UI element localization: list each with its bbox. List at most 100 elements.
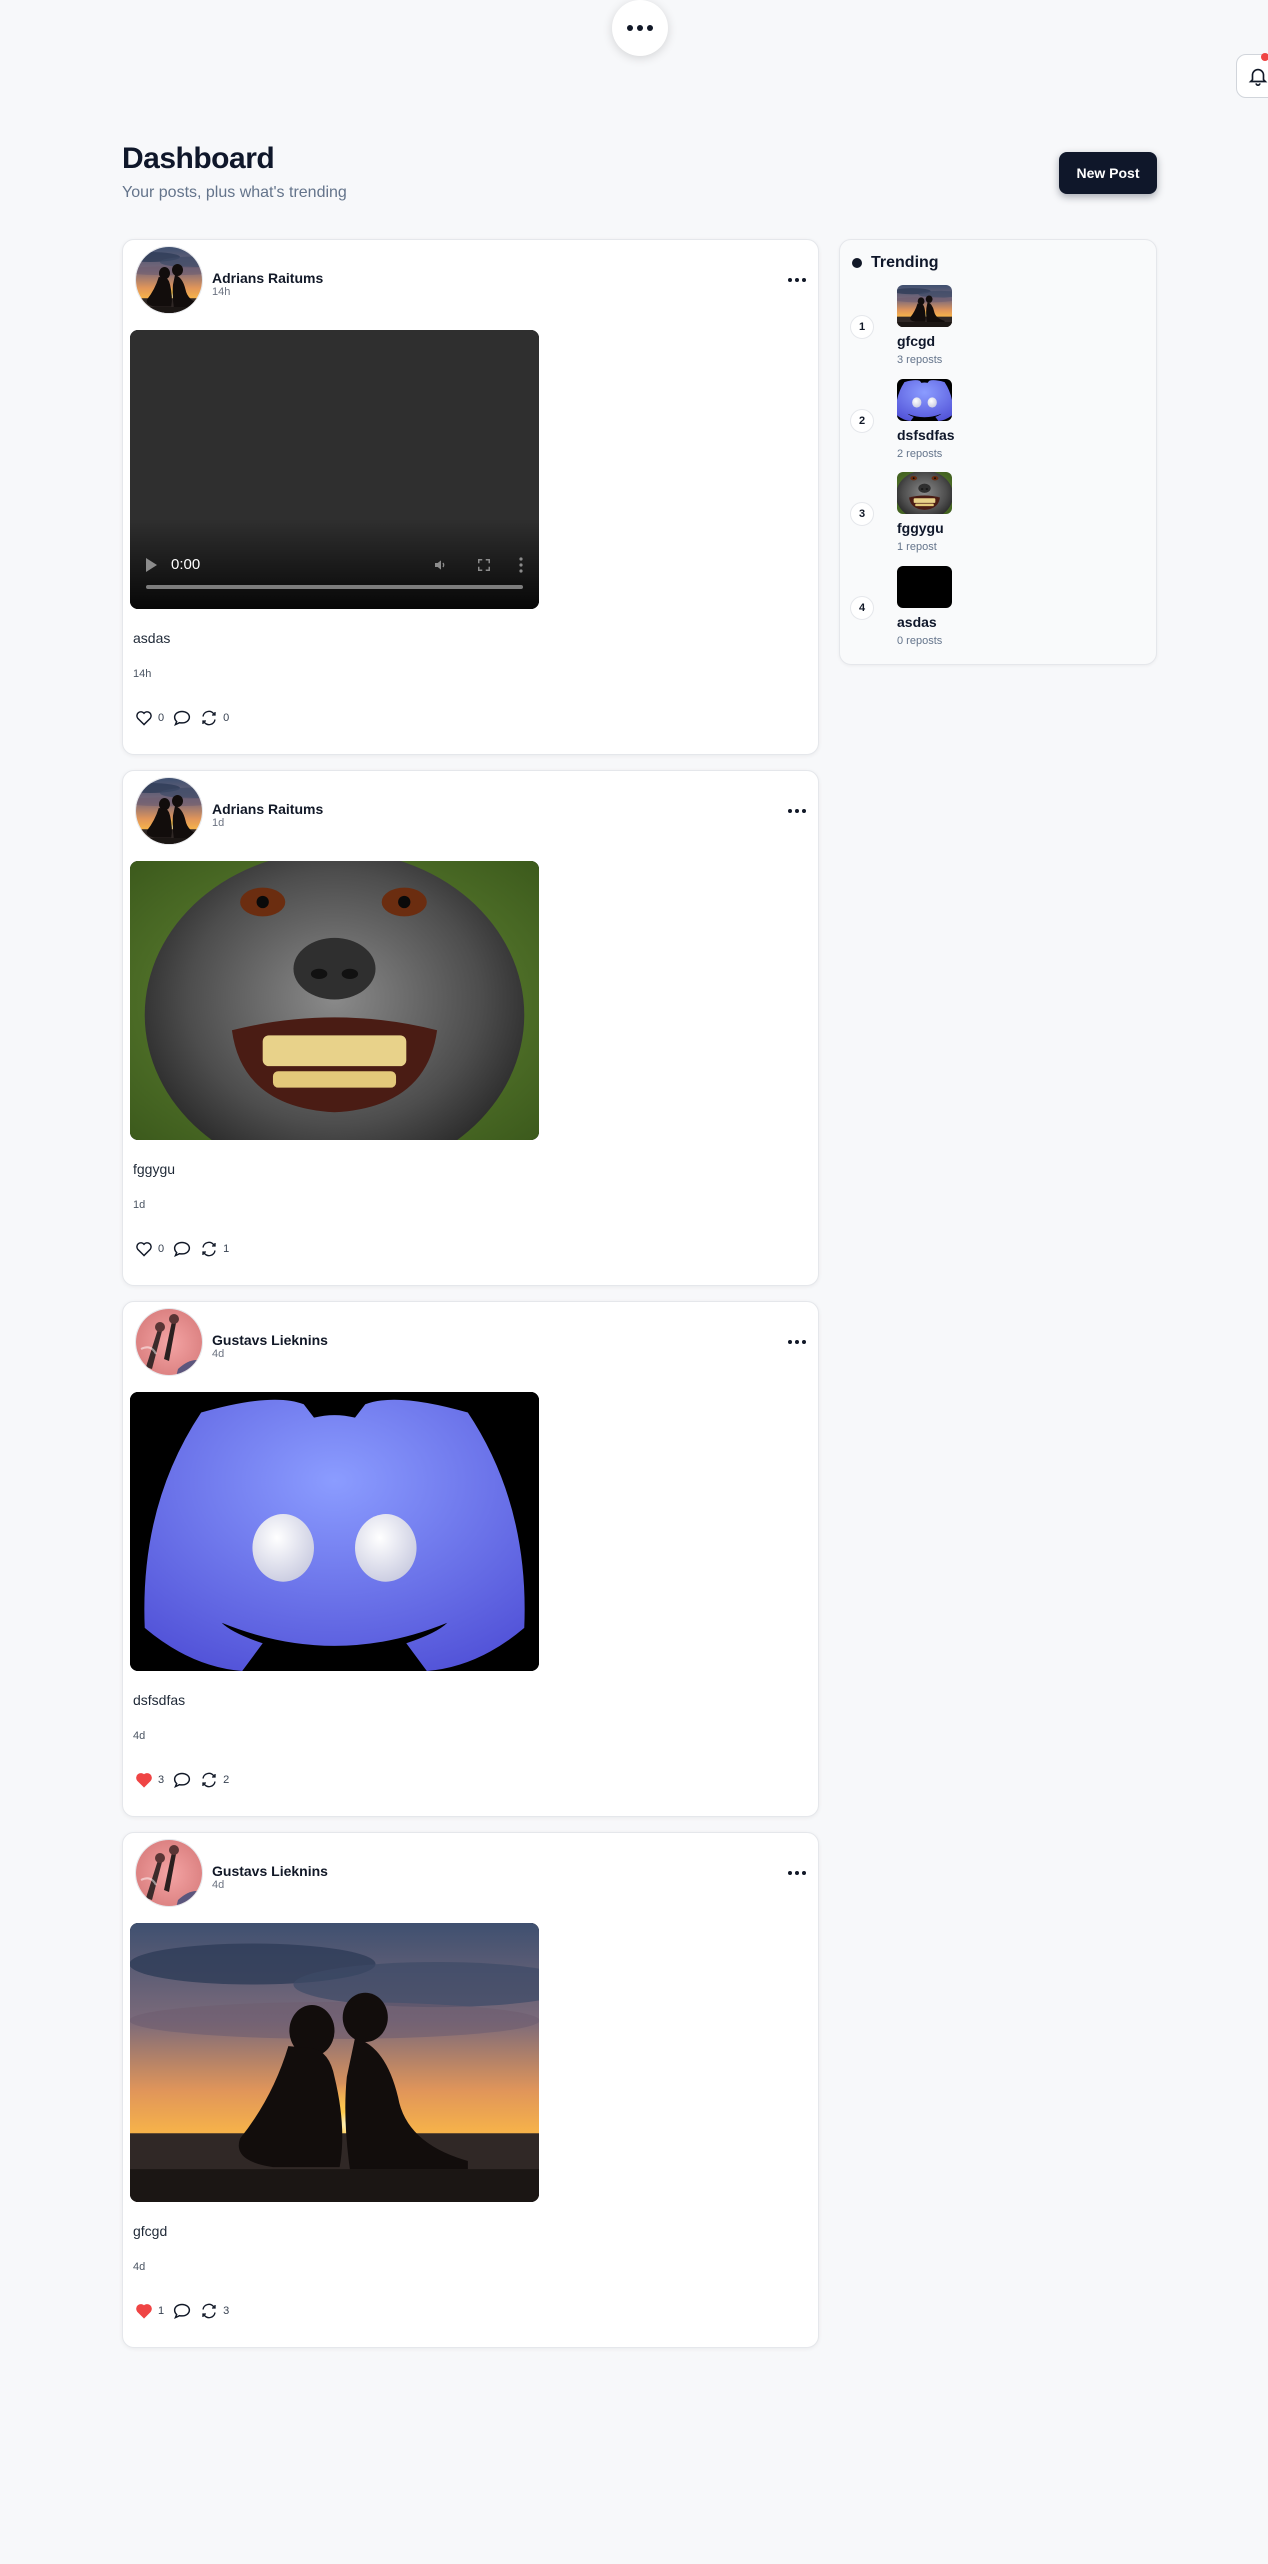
- trending-item[interactable]: 2 dsfsdfas 2 reposts: [850, 379, 1140, 465]
- like-count: 3: [158, 1774, 165, 1786]
- post-timestamp: 4d: [212, 1348, 225, 1360]
- heart-icon: [136, 711, 152, 726]
- avatar[interactable]: [135, 246, 203, 314]
- repost-count: 0: [223, 712, 230, 724]
- like-count: 0: [158, 712, 165, 724]
- trending-rank: 2: [850, 409, 874, 433]
- post-more-icon[interactable]: [788, 1871, 806, 1875]
- avatar[interactable]: [135, 1839, 203, 1907]
- comment-button[interactable]: [172, 709, 192, 727]
- notifications-button[interactable]: [1236, 53, 1268, 98]
- comment-icon: [174, 710, 191, 726]
- page-header: Dashboard Your posts, plus what's trendi…: [122, 142, 347, 202]
- post-more-icon[interactable]: [788, 809, 806, 813]
- post-actions: 0 1: [135, 1240, 237, 1258]
- post-feed: Adrians Raitums 14h 0:00 asdas 14h 0 0 A…: [122, 239, 819, 2363]
- post-card: Adrians Raitums 14h 0:00 asdas 14h 0 0: [122, 239, 819, 755]
- post-card: Gustavs Lieknins 4d gfcgd 4d 1 3: [122, 1832, 819, 2348]
- comment-button[interactable]: [172, 2302, 192, 2320]
- trending-reposts: 3 reposts: [897, 354, 943, 366]
- trending-name: asdas: [897, 614, 937, 630]
- trending-title: Trending: [871, 254, 939, 271]
- trending-rank: 3: [850, 502, 874, 526]
- video-progress-bar[interactable]: [146, 585, 523, 589]
- trending-header: Trending: [852, 254, 939, 272]
- video-time: 0:00: [171, 556, 201, 573]
- fullscreen-icon[interactable]: [477, 558, 491, 572]
- repost-button[interactable]: 2: [200, 1771, 229, 1789]
- comment-button[interactable]: [172, 1240, 192, 1258]
- repost-icon: [202, 710, 216, 726]
- repost-count: 1: [223, 1243, 230, 1255]
- repost-icon: [202, 1241, 216, 1257]
- comment-button[interactable]: [172, 1771, 192, 1789]
- repost-icon: [202, 1772, 216, 1788]
- like-button[interactable]: 1: [135, 2303, 164, 2319]
- post-author[interactable]: Gustavs Lieknins: [212, 1863, 328, 1879]
- comment-icon: [174, 2303, 191, 2319]
- post-author[interactable]: Gustavs Lieknins: [212, 1332, 328, 1348]
- post-image[interactable]: [130, 1392, 539, 1671]
- trending-reposts: 0 reposts: [897, 635, 943, 647]
- post-timestamp: 4d: [212, 1879, 225, 1891]
- trending-thumbnail: [897, 472, 952, 514]
- like-button[interactable]: 3: [135, 1772, 164, 1788]
- trending-item[interactable]: 1 gfcgd 3 reposts: [850, 285, 1140, 371]
- post-actions: 3 2: [135, 1771, 237, 1789]
- post-caption: asdas: [133, 630, 171, 646]
- avatar[interactable]: [135, 1308, 203, 1376]
- trending-reposts: 2 reposts: [897, 448, 943, 460]
- trending-rank: 1: [850, 315, 874, 339]
- comment-icon: [174, 1772, 191, 1788]
- post-caption: gfcgd: [133, 2223, 168, 2239]
- trending-name: gfcgd: [897, 333, 936, 349]
- repost-button[interactable]: 1: [200, 1240, 229, 1258]
- repost-count: 3: [223, 2305, 230, 2317]
- post-card: Adrians Raitums 1d fggygu 1d 0 1: [122, 770, 819, 1286]
- trending-thumbnail: [897, 285, 952, 327]
- post-image[interactable]: [130, 861, 539, 1140]
- repost-button[interactable]: 0: [200, 709, 229, 727]
- comment-icon: [174, 1241, 191, 1257]
- post-timestamp: 4d: [133, 2261, 146, 2273]
- repost-icon: [202, 2303, 216, 2319]
- repost-count: 2: [223, 1774, 230, 1786]
- more-horizontal-icon: [627, 25, 653, 31]
- trending-thumbnail: [897, 566, 952, 608]
- post-actions: 1 3: [135, 2302, 237, 2320]
- top-menu-button[interactable]: [612, 0, 668, 56]
- post-card: Gustavs Lieknins 4d dsfsdfas 4d 3 2: [122, 1301, 819, 1817]
- post-author[interactable]: Adrians Raitums: [212, 801, 323, 817]
- heart-filled-icon: [136, 2304, 152, 2319]
- trending-name: fggygu: [897, 520, 944, 536]
- more-vertical-icon[interactable]: [519, 556, 523, 573]
- post-more-icon[interactable]: [788, 278, 806, 282]
- post-video[interactable]: 0:00: [130, 330, 539, 609]
- trending-reposts: 1 repost: [897, 541, 937, 553]
- trending-panel: Trending 1 gfcgd 3 reposts 2 dsfsdfas 2 …: [839, 239, 1157, 665]
- post-timestamp: 1d: [133, 1199, 146, 1211]
- like-count: 0: [158, 1243, 165, 1255]
- like-button[interactable]: 0: [135, 1241, 164, 1257]
- trending-thumbnail: [897, 379, 952, 421]
- post-timestamp: 1d: [212, 817, 225, 829]
- post-author[interactable]: Adrians Raitums: [212, 270, 323, 286]
- trending-item[interactable]: 3 fggygu 1 repost: [850, 472, 1140, 558]
- page-subtitle: Your posts, plus what's trending: [122, 184, 347, 201]
- post-more-icon[interactable]: [788, 1340, 806, 1344]
- repost-button[interactable]: 3: [200, 2302, 229, 2320]
- like-button[interactable]: 0: [135, 710, 164, 726]
- post-caption: dsfsdfas: [133, 1692, 186, 1708]
- post-timestamp: 14h: [212, 286, 231, 298]
- volume-icon[interactable]: [433, 557, 449, 573]
- post-actions: 0 0: [135, 709, 237, 727]
- avatar[interactable]: [135, 777, 203, 845]
- post-timestamp: 14h: [133, 668, 152, 680]
- heart-icon: [136, 1242, 152, 1257]
- play-icon[interactable]: [146, 557, 157, 572]
- trending-rank: 4: [850, 596, 874, 620]
- trending-item[interactable]: 4 asdas 0 reposts: [850, 566, 1140, 652]
- like-count: 1: [158, 2305, 165, 2317]
- post-image[interactable]: [130, 1923, 539, 2202]
- new-post-button[interactable]: New Post: [1059, 152, 1157, 194]
